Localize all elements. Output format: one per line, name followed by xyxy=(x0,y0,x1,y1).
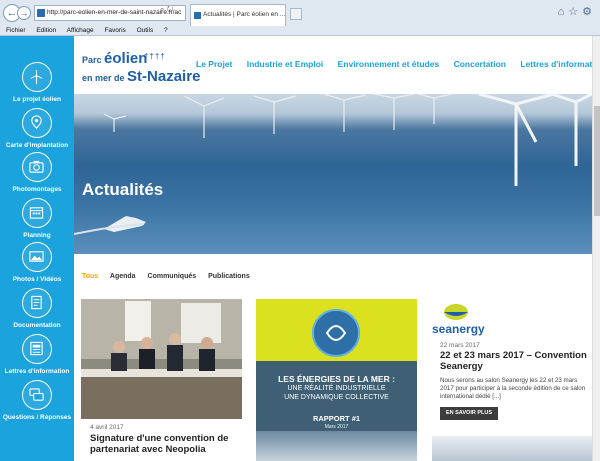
newsletter-icon xyxy=(22,334,52,364)
article-image-bottom[interactable] xyxy=(432,436,592,461)
site-logo[interactable]: Parc éolien en mer de St-Nazaire †††† xyxy=(82,48,200,86)
page-scrollbar[interactable] xyxy=(592,36,600,461)
forward-button[interactable]: → xyxy=(17,6,31,20)
nav-item-industrie[interactable]: Industrie et Emploi xyxy=(247,59,324,69)
logo-line-1: Parc éolien xyxy=(82,50,148,67)
sidebar-item-label: Photos / Vidéos xyxy=(12,276,62,283)
menu-item-fichier[interactable]: Fichier xyxy=(6,27,26,34)
address-actions[interactable]: ⌕ ↻ xyxy=(160,5,173,15)
camera-icon xyxy=(22,152,52,182)
browser-tab[interactable]: Actualités | Parc éolien en ... xyxy=(190,4,286,26)
sidebar-item-label: Lettres d'information xyxy=(4,368,70,375)
address-row: ← → http://parc-eolien-en-mer-de-saint-n… xyxy=(0,0,600,26)
waves-image xyxy=(256,431,417,461)
rapport-subline-2: UNE DYNAMIQUE COLLECTIVE xyxy=(284,394,389,401)
page-title: Actualités xyxy=(82,180,164,199)
filter-tab-agenda[interactable]: Agenda xyxy=(110,273,136,280)
article-image-neopolia[interactable] xyxy=(81,299,242,419)
turbine-icon xyxy=(22,62,52,92)
menu-item-favoris[interactable]: Favoris xyxy=(104,27,125,34)
sidebar-item-label: Photomontages xyxy=(12,186,62,193)
rapport-number: RAPPORT #1 xyxy=(312,414,361,423)
logo-turbines-icon: †††† xyxy=(144,52,166,61)
sidebar-item-label: Planning xyxy=(23,232,51,239)
menu-item-outils[interactable]: Outils xyxy=(137,27,154,34)
toolbar-icons[interactable]: ⌂☆⚙ xyxy=(558,5,596,18)
main-nav: Le Projet Industrie et Emploi Environnem… xyxy=(196,59,600,69)
observatoire-logo-icon xyxy=(312,309,360,357)
photo-video-icon xyxy=(22,242,52,272)
chat-icon xyxy=(22,380,52,410)
article-title[interactable]: 22 et 23 mars 2017 – Convention Seanergy xyxy=(440,350,588,372)
article-card-rapport[interactable]: LES ÉNERGIES DE LA MER : UNE RÉALITÉ IND… xyxy=(256,299,417,461)
filter-tab-communiques[interactable]: Communiqués xyxy=(148,273,197,280)
scrollbar-thumb[interactable] xyxy=(594,106,600,216)
browser-chrome: ← → http://parc-eolien-en-mer-de-saint-n… xyxy=(0,0,600,36)
menu-item-edition[interactable]: Edition xyxy=(36,27,56,34)
logo-line-2: en mer de St-Nazaire xyxy=(82,68,201,85)
article-excerpt: Nous serons au salon Seanergy les 22 et … xyxy=(440,377,586,400)
nav-item-environnement[interactable]: Environnement et études xyxy=(338,59,440,69)
hero-banner: Actualités xyxy=(74,94,592,254)
article-date: 4 avril 2017 xyxy=(90,424,124,431)
menu-item-affichage[interactable]: Affichage xyxy=(67,27,94,34)
sidebar-item-label: Documentation xyxy=(13,322,61,329)
document-icon xyxy=(22,288,52,318)
article-date: 22 mars 2017 xyxy=(440,342,480,349)
nav-item-lettres[interactable]: Lettres d'information xyxy=(520,59,600,69)
seanergy-logo: seanergy xyxy=(432,302,502,338)
site-header: Parc éolien en mer de St-Nazaire †††† Le… xyxy=(74,36,600,94)
rapport-headline: LES ÉNERGIES DE LA MER : xyxy=(278,374,395,384)
nav-item-projet[interactable]: Le Projet xyxy=(196,59,232,69)
rapport-subline-1: UNE RÉALITÉ INDUSTRIELLE xyxy=(287,385,386,392)
tab-title: Actualités | Parc éolien en ... xyxy=(203,11,286,18)
sidebar-item-label: Carte d'implantation xyxy=(5,142,69,149)
wind-farm-image xyxy=(74,94,592,235)
rapport-date: Mars 2017 xyxy=(324,424,349,430)
menu-bar: Fichier Edition Affichage Favoris Outils… xyxy=(0,26,600,36)
calendar-icon xyxy=(22,198,52,228)
site-favicon-icon xyxy=(37,9,45,17)
filter-tab-tous[interactable]: Tous xyxy=(82,273,98,280)
map-pin-icon xyxy=(22,108,52,138)
seanergy-logo-text: seanergy xyxy=(432,322,485,336)
sidebar: Le projet éolien Carte d'implantation Ph… xyxy=(0,36,74,461)
read-more-button[interactable]: EN SAVOIR PLUS xyxy=(440,407,498,420)
sidebar-item-label: Le projet éolien xyxy=(12,96,62,103)
new-tab-button[interactable] xyxy=(290,8,302,20)
card-header-band xyxy=(256,299,417,361)
filter-tabs: Tous Agenda Communiqués Publications xyxy=(82,273,260,280)
tab-favicon-icon xyxy=(194,12,201,19)
sidebar-item-label: Questions / Réponses xyxy=(2,414,72,421)
article-title[interactable]: Signature d'une convention de partenaria… xyxy=(90,433,240,455)
filter-tab-publications[interactable]: Publications xyxy=(208,273,250,280)
nav-item-concertation[interactable]: Concertation xyxy=(454,59,506,69)
menu-item-help[interactable]: ? xyxy=(164,27,168,34)
